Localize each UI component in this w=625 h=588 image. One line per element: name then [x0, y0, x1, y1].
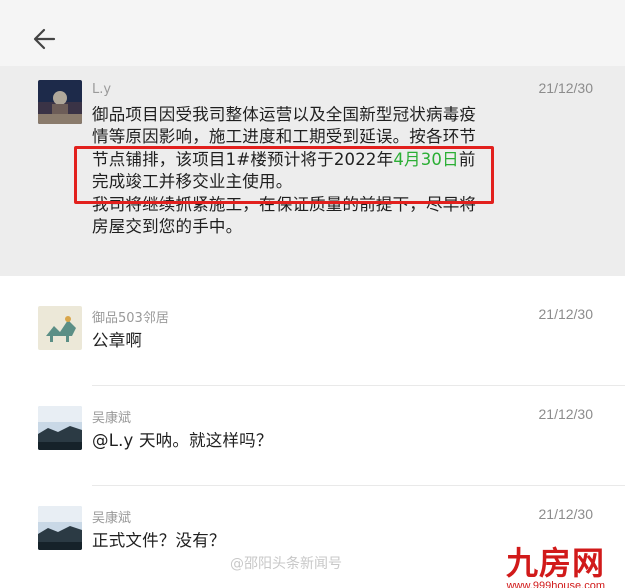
- message-line: 公章啊: [92, 331, 143, 350]
- sender-name: 吴康斌: [92, 511, 132, 526]
- avatar[interactable]: [38, 506, 82, 550]
- top-bar: [0, 0, 625, 66]
- logo-url: www.999house.com: [506, 580, 606, 588]
- message-text: 公章啊: [92, 330, 510, 352]
- message-time: 21/12/30: [538, 306, 594, 322]
- sender-name: 御品503邻居: [92, 311, 169, 326]
- divider: [92, 385, 625, 386]
- sender-name: 吴康斌: [92, 411, 132, 426]
- logo-title: 九房网: [506, 544, 606, 582]
- avatar[interactable]: [38, 80, 82, 124]
- message-line: 御品项目因受我司整体运营以及全国新型冠状病毒疫: [92, 105, 477, 124]
- avatar[interactable]: [38, 306, 82, 350]
- message-line: 房屋交到您的手中。: [92, 217, 243, 237]
- message-line: @L.y 天呐。就这样吗？: [92, 431, 273, 450]
- message-item[interactable]: 吴康斌 21/12/30 @L.y 天呐。就这样吗？: [0, 390, 625, 490]
- sender-name: L.y: [92, 82, 112, 97]
- site-logo: 九房网 www.999house.com: [506, 538, 605, 588]
- arrow-left-icon: [33, 28, 56, 50]
- message-line: 正式文件？没有？: [92, 531, 226, 550]
- watermark: @邵阳头条新闻号: [230, 556, 342, 572]
- message-time: 21/12/30: [538, 80, 594, 96]
- message-time: 21/12/30: [538, 406, 594, 422]
- message-text: @L.y 天呐。就这样吗？: [92, 430, 510, 452]
- avatar[interactable]: [38, 406, 82, 450]
- message-item[interactable]: 御品503邻居 21/12/30 公章啊: [0, 290, 625, 380]
- back-button[interactable]: [30, 24, 60, 54]
- annotation-box: [74, 146, 494, 204]
- divider: [92, 485, 625, 486]
- message-time: 21/12/30: [538, 506, 594, 522]
- message-text: 正式文件？没有？: [92, 530, 510, 552]
